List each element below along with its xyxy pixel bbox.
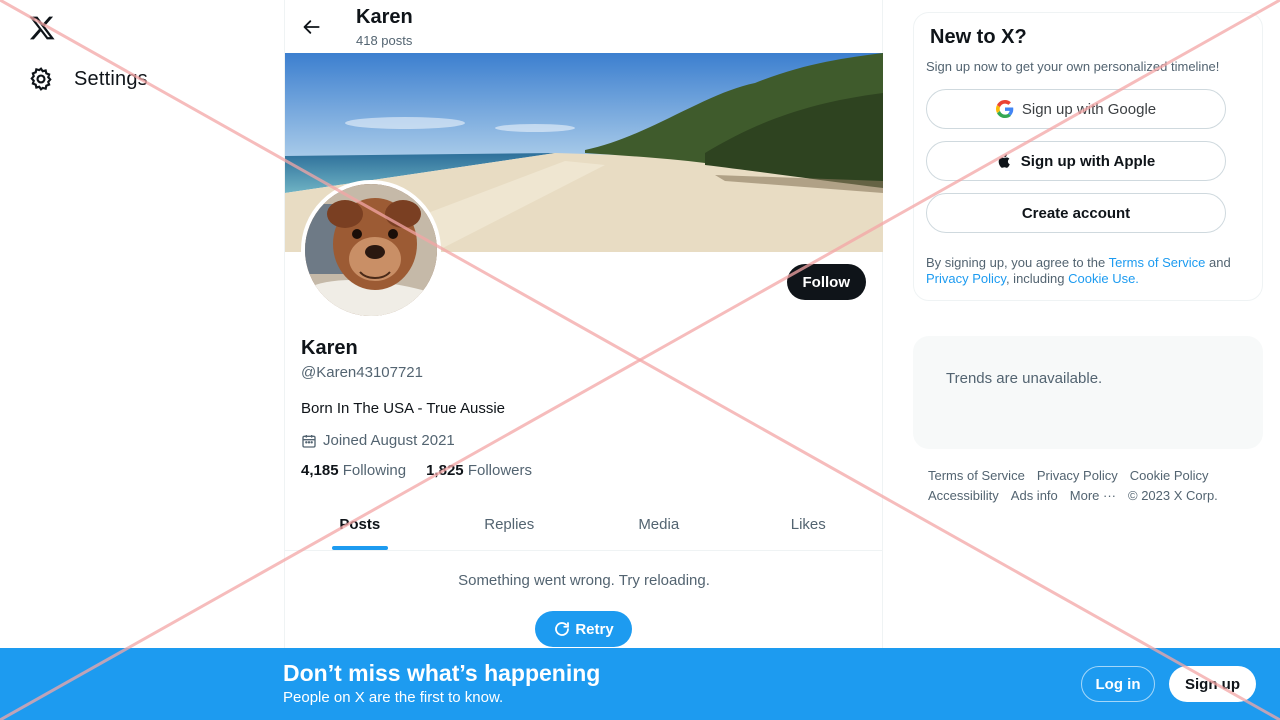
followers-label: Followers	[467, 462, 532, 479]
follow-stats: 4,185 Following 1,825 Followers	[301, 462, 532, 479]
footer-link-ads[interactable]: Ads info	[1011, 488, 1058, 503]
calendar-icon	[302, 434, 316, 448]
tab-likes[interactable]: Likes	[734, 498, 884, 550]
retry-button[interactable]: Retry	[535, 611, 632, 647]
apple-label: Sign up with Apple	[1020, 152, 1156, 170]
signup-card: New to X? Sign up now to get your own pe…	[913, 12, 1263, 301]
privacy-policy-link[interactable]: Privacy Policy	[926, 271, 1006, 286]
header-name: Karen	[356, 6, 413, 28]
footer-link-accessibility[interactable]: Accessibility	[928, 488, 999, 503]
following-label: Following	[342, 462, 407, 479]
profile-name: Karen	[301, 337, 358, 359]
trends-panel: Trends are unavailable.	[913, 336, 1263, 449]
followers-link[interactable]: 1,825 Followers	[426, 462, 532, 479]
follow-button[interactable]: Follow	[786, 264, 866, 300]
google-label: Sign up with Google	[1021, 100, 1157, 118]
profile-tabs: Posts Replies Media Likes	[285, 498, 883, 551]
feed-error-message: Something went wrong. Try reloading.	[458, 572, 710, 589]
footer-links: Terms of Service Privacy Policy Cookie Pol…	[928, 466, 1258, 506]
bar-subline: People on X are the first to know.	[283, 689, 504, 706]
retry-label: Retry	[575, 620, 614, 638]
following-link[interactable]: 4,185 Following	[301, 462, 406, 479]
terms-including: , including	[1005, 271, 1069, 286]
signup-card-title: New to X?	[930, 26, 1027, 48]
signup-google-button[interactable]: Sign up with Google	[926, 89, 1226, 129]
profile-handle: @Karen43107721	[301, 364, 423, 381]
refresh-icon	[555, 622, 570, 636]
profile-header: Karen 418 posts	[285, 0, 882, 53]
avatar-image	[305, 184, 437, 316]
footer-link-terms[interactable]: Terms of Service	[928, 468, 1025, 483]
nav-settings[interactable]: Settings	[28, 66, 148, 92]
gear-icon	[30, 67, 52, 91]
footer-link-privacy[interactable]: Privacy Policy	[1037, 468, 1118, 483]
signup-terms: By signing up, you agree to the Terms of…	[926, 255, 1250, 287]
joined-date: Joined August 2021	[301, 432, 455, 449]
x-logo-icon[interactable]	[28, 14, 56, 42]
back-button[interactable]	[299, 14, 325, 40]
terms-prefix: By signing up, you agree to the	[926, 255, 1109, 270]
joined-text: Joined August 2021	[323, 432, 455, 449]
settings-label: Settings	[74, 67, 148, 90]
post-count: 418 posts	[356, 33, 413, 48]
create-account-button[interactable]: Create account	[926, 193, 1226, 233]
apple-icon	[998, 154, 1010, 168]
google-icon	[995, 100, 1014, 118]
footer-link-more[interactable]: More ···	[1070, 488, 1116, 503]
tab-replies[interactable]: Replies	[435, 498, 585, 550]
arrow-left-icon	[303, 20, 320, 34]
trends-message: Trends are unavailable.	[946, 370, 1103, 387]
terms-and: and	[1205, 255, 1231, 270]
profile-column: Karen 418 posts Follow Karen @Karen43107…	[284, 0, 883, 720]
followers-count: 1,825	[426, 462, 464, 479]
bar-headline: Don’t miss what’s happening	[283, 660, 601, 686]
profile-bio: Born In The USA - True Aussie	[301, 400, 505, 417]
signup-button[interactable]: Sign up	[1169, 666, 1256, 702]
profile-avatar[interactable]	[301, 180, 441, 320]
following-count: 4,185	[301, 462, 339, 479]
tab-posts[interactable]: Posts	[285, 498, 435, 550]
left-nav: Settings	[0, 0, 284, 720]
login-button[interactable]: Log in	[1081, 666, 1155, 702]
login-prompt-bar: Don’t miss what’s happening People on X …	[0, 648, 1280, 720]
footer-copyright: © 2023 X Corp.	[1128, 488, 1218, 503]
signup-card-subtitle: Sign up now to get your own personalized…	[926, 59, 1220, 74]
cookie-use-link[interactable]: Cookie Use.	[1068, 271, 1139, 286]
terms-of-service-link[interactable]: Terms of Service	[1109, 255, 1206, 270]
footer-link-cookie[interactable]: Cookie Policy	[1130, 468, 1209, 483]
signup-apple-button[interactable]: Sign up with Apple	[926, 141, 1226, 181]
tab-media[interactable]: Media	[584, 498, 734, 550]
